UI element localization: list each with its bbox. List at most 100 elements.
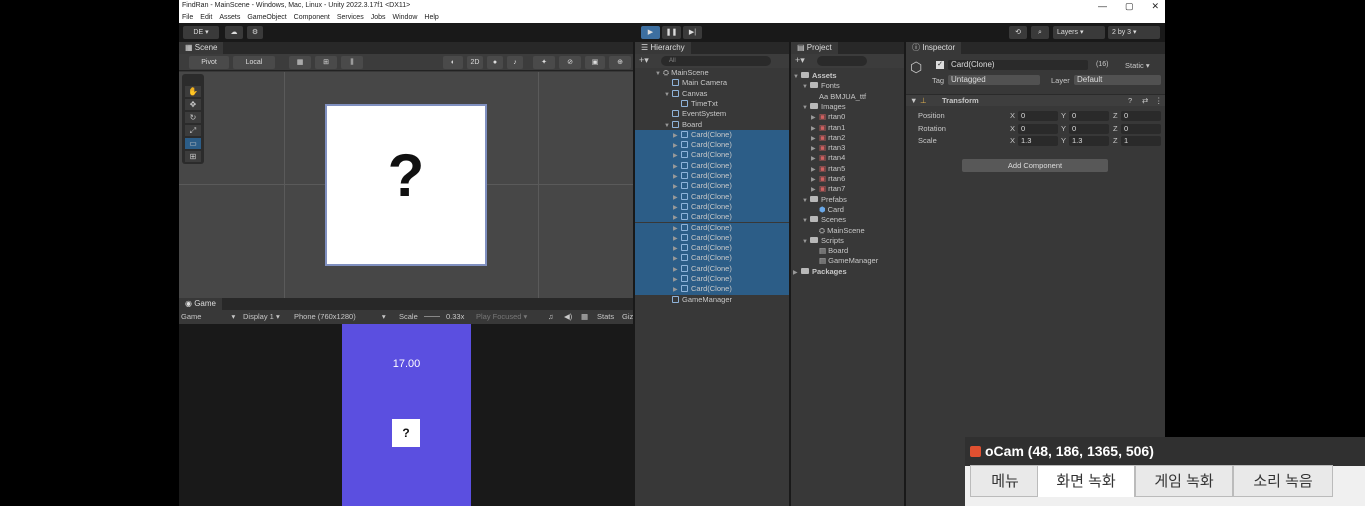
project-item[interactable]: ▶ Packages — [791, 267, 904, 277]
help-icon[interactable]: ? — [1128, 95, 1132, 107]
static-dropdown[interactable]: Static ▾ — [1125, 61, 1150, 70]
transform-z-field[interactable]: 0 — [1121, 111, 1161, 121]
play-button[interactable]: ▶ — [641, 26, 660, 39]
mode-2d-button[interactable]: 2D — [467, 56, 483, 69]
align-icon[interactable]: ⫼ — [341, 56, 363, 69]
active-checkbox[interactable]: ✓ — [936, 61, 944, 69]
tab-hierarchy[interactable]: ☰ Hierarchy — [635, 42, 691, 54]
mute-icon[interactable]: ♫ — [548, 310, 554, 324]
component-menu-icon[interactable]: ⋮ — [1155, 95, 1163, 107]
account-button[interactable]: DE ▾ — [183, 26, 219, 39]
transform-x-field[interactable]: 0 — [1018, 111, 1058, 121]
project-item[interactable]: ⛭ MainScene — [791, 226, 904, 236]
pivot-dropdown[interactable]: Pivot — [189, 56, 229, 69]
collab-icon[interactable]: ⚙ — [247, 26, 263, 39]
hidden-icon[interactable]: ⊘ — [559, 56, 581, 69]
search-icon[interactable]: ⌕ — [1031, 26, 1049, 39]
tab-project[interactable]: ▤ Project — [791, 42, 838, 54]
hierarchy-item[interactable]: ▼ Board — [635, 120, 789, 130]
hierarchy-search-input[interactable]: All — [661, 56, 771, 66]
tag-dropdown[interactable]: Untagged — [948, 75, 1040, 85]
hierarchy-item[interactable]: ▶ Card(Clone) — [635, 243, 789, 254]
cloud-icon[interactable]: ☁ — [225, 26, 243, 39]
menu-window[interactable]: Window — [393, 12, 418, 23]
project-item[interactable]: ▶ ▣ rtan0 — [791, 112, 904, 122]
pause-button[interactable]: ❚❚ — [662, 26, 681, 39]
menu-gameobject[interactable]: GameObject — [247, 12, 286, 23]
project-item[interactable]: ▶ ▣ rtan3 — [791, 143, 904, 153]
project-item[interactable]: ▶ ▣ rtan7 — [791, 184, 904, 194]
hierarchy-item[interactable]: ▶ Card(Clone) — [635, 201, 789, 213]
maximize-button[interactable]: ▢ — [1125, 0, 1134, 12]
add-component-button[interactable]: Add Component — [962, 159, 1108, 172]
hierarchy-item[interactable]: ▶ Card(Clone) — [635, 150, 789, 161]
hierarchy-item[interactable]: GameManager — [635, 295, 789, 305]
project-item[interactable]: ⬢ Card — [791, 205, 904, 215]
foldout-arrow-icon[interactable]: ▶ — [793, 268, 801, 278]
stats-button[interactable]: Stats — [597, 310, 614, 324]
keyboard-icon[interactable]: ▦ — [581, 310, 588, 324]
close-button[interactable]: ✕ — [1151, 0, 1159, 12]
hierarchy-item[interactable]: ▶ Card(Clone) — [635, 140, 789, 151]
menu-jobs[interactable]: Jobs — [371, 12, 386, 23]
local-dropdown[interactable]: Local — [233, 56, 275, 69]
hierarchy-item[interactable]: ▼ ⛭ MainScene — [635, 68, 789, 78]
layer-dropdown[interactable]: Default — [1074, 75, 1161, 85]
audio-icon[interactable]: ♪ — [507, 56, 523, 69]
move-tool-icon[interactable]: ✥ — [185, 99, 201, 110]
display-dropdown[interactable]: Display 1 ▾ — [243, 310, 280, 324]
step-button[interactable]: ▶| — [683, 26, 702, 39]
hierarchy-item[interactable]: ▶ Card(Clone) — [635, 129, 789, 141]
menu-services[interactable]: Services — [337, 12, 364, 23]
menu-edit[interactable]: Edit — [200, 12, 212, 23]
scale-slider[interactable] — [424, 316, 440, 317]
transform-z-field[interactable]: 1 — [1121, 136, 1161, 146]
scene-viewport[interactable]: ? ✋ ✥ ↻ ⤢ ▭ ⊞ — [179, 72, 633, 298]
transform-header[interactable]: ▼ ⊥ Transform ? ⇄ ⋮ — [906, 94, 1165, 106]
card-sprite[interactable]: ? — [325, 104, 487, 266]
hierarchy-item[interactable]: ▶ Card(Clone) — [635, 253, 789, 264]
hierarchy-item[interactable]: ▶ Card(Clone) — [635, 212, 789, 223]
project-item[interactable]: ▼ Prefabs — [791, 195, 904, 205]
hierarchy-item[interactable]: ▶ Card(Clone) — [635, 232, 789, 244]
layers-dropdown[interactable]: Layers ▾ — [1053, 26, 1105, 39]
gizmos-button[interactable]: Giz — [622, 310, 633, 324]
transform-y-field[interactable]: 0 — [1069, 123, 1109, 134]
gizmos-icon[interactable]: ⊕ — [609, 56, 631, 69]
hierarchy-item[interactable]: ▶ Card(Clone) — [635, 284, 789, 295]
create-asset-button[interactable]: +▾ — [795, 55, 805, 66]
project-item[interactable]: ▶ ▣ rtan2 — [791, 133, 904, 143]
transform-y-field[interactable]: 0 — [1069, 111, 1109, 121]
lighting-icon[interactable]: ● — [487, 56, 503, 69]
hand-tool-icon[interactable]: ✋ — [185, 86, 201, 97]
project-item[interactable]: ▼ Scenes — [791, 215, 904, 225]
scale-tool-icon[interactable]: ⤢ — [185, 125, 201, 136]
transform-tool-icon[interactable]: ⊞ — [185, 151, 201, 162]
game-viewport[interactable]: 17.00 ? — [342, 324, 471, 506]
hierarchy-item[interactable]: Main Camera — [635, 78, 789, 88]
project-item[interactable]: ▤ GameManager — [791, 256, 904, 266]
hierarchy-item[interactable]: ▶ Card(Clone) — [635, 191, 789, 202]
preset-icon[interactable]: ⇄ — [1142, 95, 1148, 107]
project-item[interactable]: ▶ ▣ rtan1 — [791, 123, 904, 133]
project-item[interactable]: ▶ ▣ rtan6 — [791, 174, 904, 184]
draw-mode-icon[interactable]: ◐ — [443, 56, 463, 69]
foldout-arrow-icon[interactable]: ▼ — [910, 95, 917, 107]
minimize-button[interactable]: — — [1098, 0, 1107, 12]
project-item[interactable]: Aa BMJUA_ttf — [791, 92, 904, 102]
project-item[interactable]: ▼ Assets — [791, 71, 904, 81]
rect-tool-icon[interactable]: ▭ — [185, 138, 201, 149]
project-search-input[interactable] — [817, 56, 867, 66]
transform-x-field[interactable]: 1.3 — [1018, 136, 1058, 146]
history-icon[interactable]: ⟲ — [1009, 26, 1027, 39]
ocam-tab-sound-record[interactable]: 소리 녹음 — [1233, 465, 1333, 497]
audio-toggle-icon[interactable]: ◀) — [564, 310, 572, 324]
ocam-tab-game-record[interactable]: 게임 녹화 — [1135, 465, 1233, 497]
effects-icon[interactable]: ✦ — [533, 56, 555, 69]
add-object-button[interactable]: +▾ — [639, 55, 649, 66]
tab-inspector[interactable]: ⓘ Inspector — [906, 42, 962, 54]
play-focused-dropdown[interactable]: Play Focused ▾ — [476, 310, 527, 324]
game-view-dropdown[interactable]: Game ▾ — [181, 310, 235, 324]
object-name-field[interactable]: Card(Clone) — [948, 60, 1088, 70]
menu-component[interactable]: Component — [294, 12, 330, 23]
